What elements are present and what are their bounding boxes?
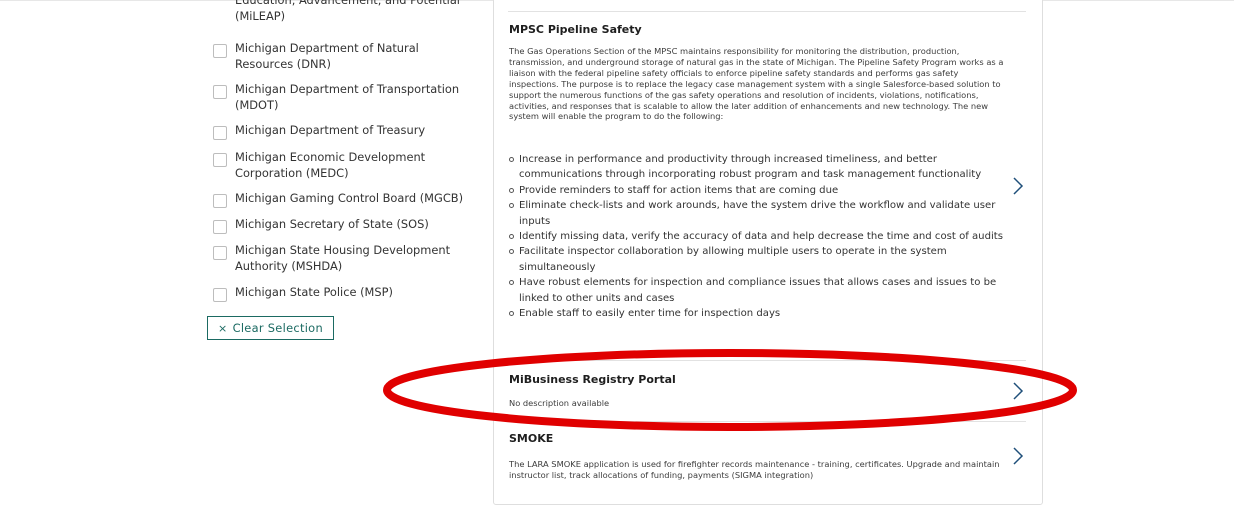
checkbox[interactable] [213,126,227,140]
filter-item-mdot[interactable]: Michigan Department of Transportation (M… [213,81,483,113]
filter-label: Michigan State Police (MSP) [235,285,393,299]
filter-item-msp[interactable]: Michigan State Police (MSP) [213,284,483,302]
list-item: Eliminate check-lists and work arounds, … [509,198,1014,229]
checkbox[interactable] [213,85,227,99]
list-item: Identify missing data, verify the accura… [509,229,1014,244]
app-title-smoke[interactable]: SMOKE [509,432,553,445]
list-item: Facilitate inspector collaboration by al… [509,244,1014,275]
list-item: Have robust elements for inspection and … [509,275,1014,306]
filter-label: Michigan Secretary of State (SOS) [235,217,429,231]
clear-selection-label: Clear Selection [232,321,323,335]
filter-label: Michigan Gaming Control Board (MGCB) [235,191,464,205]
filter-label: Michigan Department of Natural Resources… [235,41,419,71]
checkbox[interactable] [213,44,227,58]
filter-item-mgcb[interactable]: Michigan Gaming Control Board (MGCB) [213,190,483,208]
filter-item-medc[interactable]: Michigan Economic Development Corporatio… [213,149,483,181]
filter-item-mileap[interactable]: Education, Advancement, and Potential (M… [213,0,483,24]
filter-label: Michigan Department of Treasury [235,123,426,137]
app-description-mibusiness: No description available [509,398,610,408]
filter-item-sos[interactable]: Michigan Secretary of State (SOS) [213,216,483,234]
page: Education, Advancement, and Potential (M… [0,0,1234,516]
app-title-mpsc[interactable]: MPSC Pipeline Safety [509,23,642,36]
filter-item-dnr[interactable]: Michigan Department of Natural Resources… [213,40,483,72]
app-description-smoke: The LARA SMOKE application is used for f… [509,459,1000,480]
list-item: Increase in performance and productivity… [509,152,1014,183]
close-icon: × [218,321,228,335]
checkbox[interactable] [213,194,227,208]
filter-label: Michigan State Housing Development Autho… [235,243,451,273]
divider [508,421,1026,422]
checkbox[interactable] [213,246,227,260]
filter-label: Education, Advancement, and Potential (M… [235,0,460,23]
divider [508,11,1026,12]
filter-label: Michigan Economic Development Corporatio… [235,150,426,180]
list-item: Provide reminders to staff for action it… [509,183,1014,198]
checkbox[interactable] [213,153,227,167]
app-description-mpsc: The Gas Operations Section of the MPSC m… [509,46,1004,122]
divider [508,360,1026,361]
filter-item-treasury[interactable]: Michigan Department of Treasury [213,122,483,140]
chevron-right-icon[interactable] [1011,446,1025,466]
app-title-mibusiness[interactable]: MiBusiness Registry Portal [509,373,676,386]
clear-selection-button[interactable]: × Clear Selection [207,316,334,340]
filter-label: Michigan Department of Transportation (M… [235,82,460,112]
chevron-right-icon[interactable] [1011,381,1025,401]
filter-item-mshda[interactable]: Michigan State Housing Development Autho… [213,242,483,274]
checkbox[interactable] [213,220,227,234]
feature-list: Increase in performance and productivity… [509,152,1014,321]
list-item: Enable staff to easily enter time for in… [509,306,1014,321]
checkbox[interactable] [213,288,227,302]
chevron-right-icon[interactable] [1011,176,1025,196]
